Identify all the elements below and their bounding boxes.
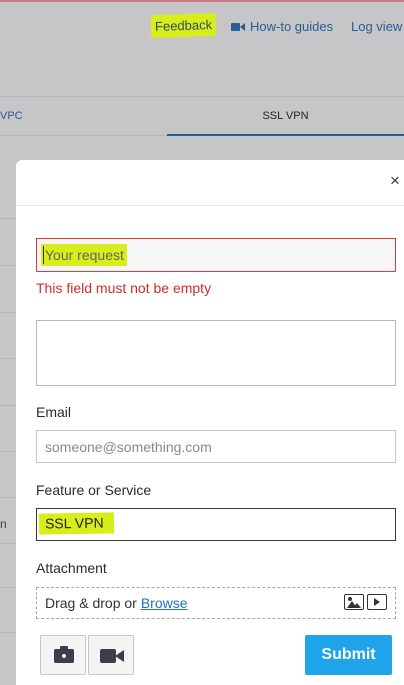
modal-header: × [16,160,404,206]
attachment-label: Attachment [36,560,107,576]
row-divider [0,497,16,498]
how-to-guides-label: How-to guides [250,19,334,34]
dropzone-text: Drag & drop or [45,595,137,611]
tab-vpc[interactable]: VPC [0,110,23,122]
log-view-link[interactable]: Log view [351,19,402,34]
browse-link[interactable]: Browse [141,595,188,611]
tab-ssl-vpn[interactable]: SSL VPN [167,98,404,136]
feature-label: Feature or Service [36,482,152,498]
feature-value: SSL VPN [38,512,114,535]
feature-field[interactable]: SSL VPN [36,508,396,541]
video-camera-icon [100,649,124,663]
record-video-button[interactable] [88,635,134,675]
row-divider [0,543,16,544]
text-caret [43,246,44,264]
description-textarea[interactable] [36,320,396,386]
tab-bar: VPC SSL VPN [0,98,404,136]
request-error-message: This field must not be empty [36,280,212,296]
truncated-row-text: n [0,517,7,531]
row-divider [0,632,16,633]
row-divider [0,405,16,406]
feedback-modal: × This field must not be empty Email Fea… [16,160,404,685]
feedback-link[interactable]: Feedback [150,12,217,39]
close-icon[interactable]: × [386,172,404,190]
play-icon [367,594,387,610]
submit-button[interactable]: Submit [305,635,392,675]
email-label: Email [36,404,72,420]
camera-icon [54,646,74,663]
row-divider [0,218,16,219]
image-icon [344,594,364,610]
row-divider [0,587,16,588]
attachment-dropzone[interactable]: Drag & drop or Browse [36,587,396,619]
request-field[interactable] [36,238,396,272]
page-header: Feedback How-to guides Log view [0,2,404,97]
email-field[interactable] [36,430,396,463]
row-divider [0,312,16,313]
how-to-guides-link[interactable]: How-to guides [231,19,333,34]
request-input[interactable] [41,244,127,266]
dropzone-icons [344,594,387,610]
row-divider [0,358,16,359]
video-icon [231,22,245,32]
row-divider [0,265,16,266]
screenshot-button[interactable] [40,635,86,675]
row-divider [0,451,16,452]
